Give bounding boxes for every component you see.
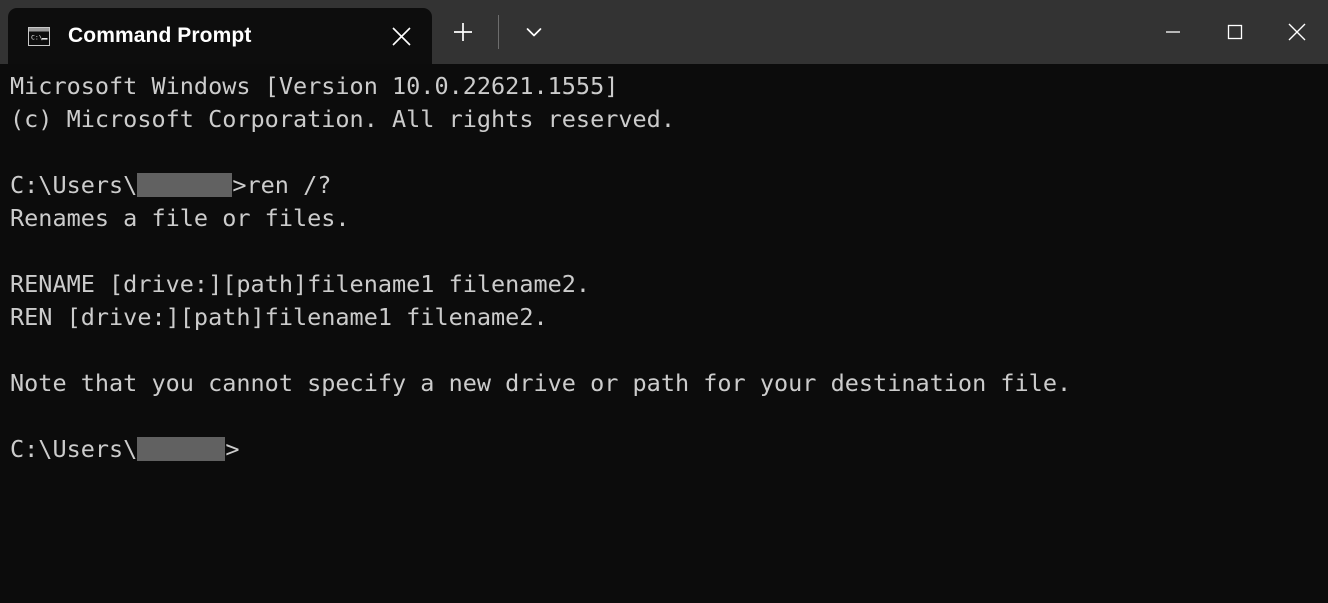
new-tab-button[interactable] bbox=[442, 11, 484, 53]
tab-title-label: Command Prompt bbox=[68, 24, 252, 47]
prompt-path: C:\Users\ bbox=[10, 435, 138, 463]
terminal-line: REN [drive:][path]filename1 filename2. bbox=[10, 303, 548, 331]
terminal-line: Note that you cannot specify a new drive… bbox=[10, 369, 1072, 397]
redacted-username bbox=[137, 173, 233, 197]
close-button[interactable] bbox=[1266, 0, 1328, 64]
tab-command-prompt[interactable]: C:\ Command Prompt bbox=[8, 8, 432, 64]
terminal-output-area[interactable]: Microsoft Windows [Version 10.0.22621.15… bbox=[0, 64, 1328, 603]
terminal-line: Renames a file or files. bbox=[10, 204, 350, 232]
svg-text:C:\: C:\ bbox=[31, 33, 43, 41]
tab-strip: C:\ Command Prompt bbox=[0, 0, 555, 64]
minimize-button[interactable] bbox=[1142, 0, 1204, 64]
chevron-down-icon[interactable] bbox=[513, 11, 555, 53]
titlebar-drag-region bbox=[555, 0, 1142, 64]
prompt-command: > bbox=[225, 435, 240, 463]
terminal-line: Microsoft Windows [Version 10.0.22621.15… bbox=[10, 72, 619, 100]
redacted-username bbox=[137, 437, 226, 461]
title-bar: C:\ Command Prompt bbox=[0, 0, 1328, 64]
tab-actions bbox=[432, 0, 555, 64]
prompt-path: C:\Users\ bbox=[10, 171, 138, 199]
terminal-line: (c) Microsoft Corporation. All rights re… bbox=[10, 105, 675, 133]
terminal-window: C:\ Command Prompt Microsoft Windows [Ve… bbox=[0, 0, 1328, 603]
terminal-prompt-line: C:\Users\ > bbox=[10, 433, 1328, 466]
tab-close-button[interactable] bbox=[378, 13, 424, 59]
terminal-prompt-line: C:\Users\ >ren /? bbox=[10, 169, 1328, 202]
maximize-button[interactable] bbox=[1204, 0, 1266, 64]
tab-actions-divider bbox=[498, 15, 499, 49]
command-prompt-icon: C:\ bbox=[28, 26, 50, 46]
window-controls bbox=[1142, 0, 1328, 64]
prompt-command: >ren /? bbox=[232, 171, 332, 199]
terminal-line: RENAME [drive:][path]filename1 filename2… bbox=[10, 270, 591, 298]
